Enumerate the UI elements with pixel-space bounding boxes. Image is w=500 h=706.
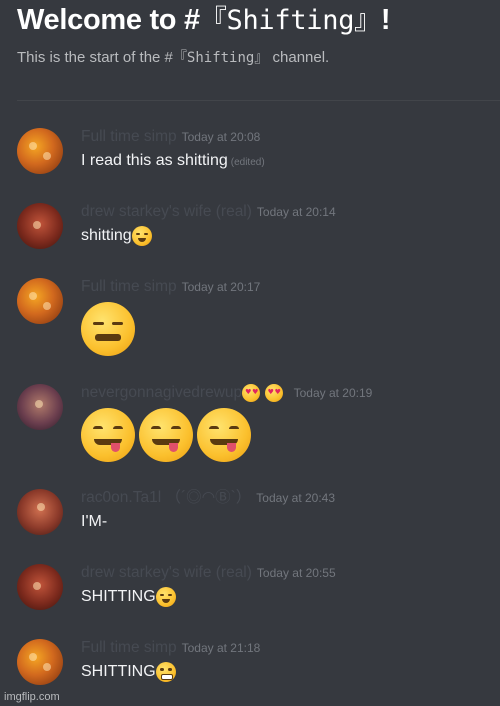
message-header: rac0on.Ta1l （´◎◠Ⓑ`） Today at 20:43 bbox=[81, 489, 335, 507]
username[interactable]: drew starkey's wife (real) bbox=[81, 203, 252, 220]
avatar[interactable] bbox=[17, 384, 63, 430]
avatar[interactable] bbox=[17, 278, 63, 324]
message-content bbox=[81, 408, 255, 462]
welcome-title: Welcome to #『Shifting』! bbox=[17, 0, 497, 41]
subtitle-suffix: channel. bbox=[268, 49, 330, 66]
message-header: drew starkey's wife (real) Today at 20:14 bbox=[81, 203, 336, 221]
subtitle-channel-name: 『Shifting』 bbox=[172, 50, 269, 66]
welcome-subtitle: This is the start of the #『Shifting』 cha… bbox=[17, 47, 497, 67]
heart-eyes-emoji-icon: ♥ ♥ bbox=[242, 384, 261, 402]
message-content: shitting bbox=[81, 225, 152, 247]
welcome-suffix: ! bbox=[380, 4, 391, 36]
avatar[interactable] bbox=[17, 203, 63, 249]
message-content: SHITTING bbox=[81, 661, 176, 683]
welcome-prefix: Welcome to # bbox=[17, 4, 200, 36]
grimacing-face-emoji-icon bbox=[155, 661, 176, 682]
timestamp[interactable]: Today at 20:55 bbox=[257, 566, 336, 580]
weary-face-emoji-icon bbox=[131, 225, 152, 246]
message-header: Full time simp Today at 21:18 bbox=[81, 639, 260, 657]
message-text: I read this as shitting bbox=[81, 152, 228, 169]
username[interactable]: Full time simp bbox=[81, 278, 177, 295]
imgflip-watermark: imgflip.com bbox=[4, 691, 60, 703]
avatar[interactable] bbox=[17, 639, 63, 685]
message-content: SHITTING bbox=[81, 586, 176, 608]
message-content: I read this as shitting (edited) bbox=[81, 150, 265, 174]
message-header: Full time simp Today at 20:08 bbox=[81, 128, 260, 146]
message-content bbox=[81, 302, 139, 356]
message-content: I'M- bbox=[81, 511, 107, 533]
timestamp[interactable]: Today at 21:18 bbox=[182, 641, 261, 655]
avatar[interactable] bbox=[17, 128, 63, 174]
subtitle-prefix: This is the start of the # bbox=[17, 49, 173, 66]
timestamp[interactable]: Today at 20:43 bbox=[256, 491, 335, 505]
weary-face-emoji-icon bbox=[155, 586, 176, 607]
yum-face-emoji-icon bbox=[81, 408, 135, 462]
username[interactable]: nevergonnagivedrewup bbox=[81, 384, 242, 401]
header-divider bbox=[17, 100, 500, 101]
username[interactable]: Full time simp bbox=[81, 639, 177, 656]
message-text: I'M- bbox=[81, 513, 108, 530]
edited-label: (edited) bbox=[230, 157, 265, 168]
message-header: drew starkey's wife (real) Today at 20:55 bbox=[81, 564, 336, 582]
avatar[interactable] bbox=[17, 564, 63, 610]
yum-face-emoji-icon bbox=[139, 408, 193, 462]
welcome-channel-name: 『Shifting』 bbox=[199, 5, 381, 36]
message-text: SHITTING bbox=[81, 588, 156, 605]
timestamp[interactable]: Today at 20:14 bbox=[257, 205, 336, 219]
message-text: SHITTING bbox=[81, 663, 156, 680]
username[interactable]: drew starkey's wife (real) bbox=[81, 564, 252, 581]
message-header: nevergonnagivedrewup ♥ ♥ ♥ ♥ Today at 20:19 bbox=[81, 384, 372, 402]
message-text: shitting bbox=[81, 227, 132, 244]
timestamp[interactable]: Today at 20:17 bbox=[182, 280, 261, 294]
weary-face-emoji-icon bbox=[81, 302, 135, 356]
username[interactable]: rac0on.Ta1l （´◎◠Ⓑ`） bbox=[81, 489, 251, 506]
yum-face-emoji-icon bbox=[197, 408, 251, 462]
timestamp[interactable]: Today at 20:19 bbox=[294, 386, 373, 400]
message-header: Full time simp Today at 20:17 bbox=[81, 278, 260, 296]
heart-eyes-emoji-icon: ♥ ♥ bbox=[264, 384, 283, 402]
avatar[interactable] bbox=[17, 489, 63, 535]
username[interactable]: Full time simp bbox=[81, 128, 177, 145]
channel-header: Welcome to #『Shifting』! This is the star… bbox=[17, 0, 497, 67]
timestamp[interactable]: Today at 20:08 bbox=[182, 130, 261, 144]
